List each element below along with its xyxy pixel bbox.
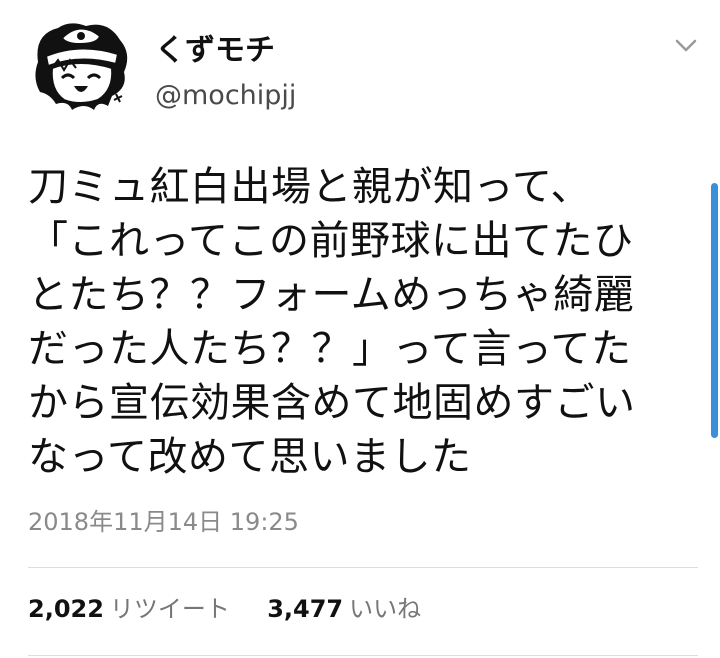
- divider: [28, 567, 698, 568]
- tweet-text-line: 「これってこの前野球に出てたひ: [28, 218, 634, 264]
- avatar[interactable]: [28, 14, 134, 120]
- tweet-text-line: から宣伝効果含めて地固めすごい: [28, 380, 636, 426]
- retweets-count: 2,022: [28, 595, 104, 623]
- tweet-text-line: 刀ミュ紅白出場と親が知って、: [28, 164, 591, 210]
- retweets-stat[interactable]: 2,022 リツイート: [28, 595, 238, 623]
- tweet-text-line: とたち？？フォームめっちゃ綺麗: [28, 272, 635, 318]
- tweet-text: 刀ミュ紅白出場と親が知って、 「これってこの前野球に出てたひ とたち？？フォーム…: [28, 160, 700, 484]
- likes-label: いいね: [349, 595, 422, 623]
- likes-count: 3,477: [267, 595, 344, 623]
- avatar-image: [35, 23, 128, 110]
- divider: [28, 655, 698, 656]
- username[interactable]: @mochipjj: [155, 79, 296, 113]
- chevron-down-icon[interactable]: [675, 38, 697, 54]
- tweet-text-line: なって改めて思いました: [28, 434, 472, 480]
- tweet-card: くずモチ @mochipjj 刀ミュ紅白出場と親が知って、 「これってこの前野球…: [0, 0, 720, 658]
- timestamp[interactable]: 2018年11月14日 19:25: [28, 506, 299, 538]
- scrollbar[interactable]: [711, 183, 718, 438]
- tweet-text-line: だった人たち？？」って言ってた: [28, 326, 632, 372]
- engagement-stats: 2,022 リツイート 3,477 いいね: [28, 593, 421, 625]
- retweets-label: リツイート: [109, 595, 230, 623]
- likes-stat[interactable]: 3,477 いいね: [260, 595, 422, 623]
- display-name[interactable]: くずモチ: [155, 33, 275, 69]
